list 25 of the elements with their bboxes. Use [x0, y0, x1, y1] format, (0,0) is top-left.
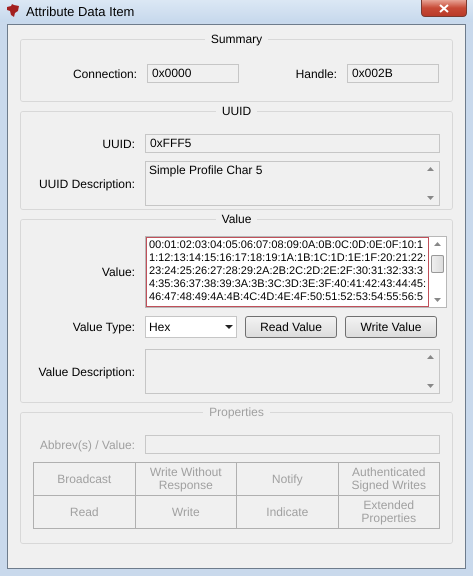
group-title: UUID — [216, 104, 258, 118]
value-button[interactable]: Write Value — [345, 316, 437, 338]
field-label: Value Type: — [72, 320, 136, 334]
field-label: Value: — [100, 265, 136, 279]
field-label: Connection: — [72, 66, 138, 80]
connection-field[interactable]: 0x0000 — [147, 64, 239, 83]
close-icon — [439, 4, 449, 12]
value-field[interactable]: 00:01:02:03:04:05:06:07:08:09:0A:0B:0C:0D:0E:0F:10:1 1:12:13:14:15:16:17:18:19:1A:1B:1C:1D:1E:1F:20:21:22: 23:24:25:26:27:28:29:2A:2B:2C:2D:2E:2F:30:31:32:33:3 4:35:36:37:38:39:3A:3B:3C:3D:3E:3F:40:41:42:43:44:45: 46:47:48:49:4A:4B:4C:4D:4E:4F:50:51:52:53:54:55:56:5 — [146, 237, 430, 307]
group-title: Summary — [204, 32, 268, 46]
group-title: Value — [216, 212, 258, 226]
field-label: Abbrev(s) / Value: — [38, 438, 136, 452]
field-label: Handle: — [294, 66, 338, 80]
field-label: UUID Description: — [38, 176, 136, 190]
group-title: Properties — [203, 405, 270, 419]
caret-icon — [225, 325, 233, 329]
value-button[interactable]: Read Value — [245, 316, 337, 338]
value-description-field[interactable] — [145, 349, 440, 394]
handle-field[interactable]: 0x002B — [347, 64, 439, 83]
close-button[interactable] — [421, 0, 467, 17]
field-label: UUID: — [101, 136, 136, 150]
app-logo-icon — [6, 4, 20, 18]
window-title: Attribute Data Item — [26, 4, 134, 18]
value-type-dropdown[interactable]: Hex — [145, 316, 237, 338]
field-label: Value Description: — [38, 364, 136, 378]
uuid-field[interactable]: 0xFFF5 — [145, 134, 440, 153]
